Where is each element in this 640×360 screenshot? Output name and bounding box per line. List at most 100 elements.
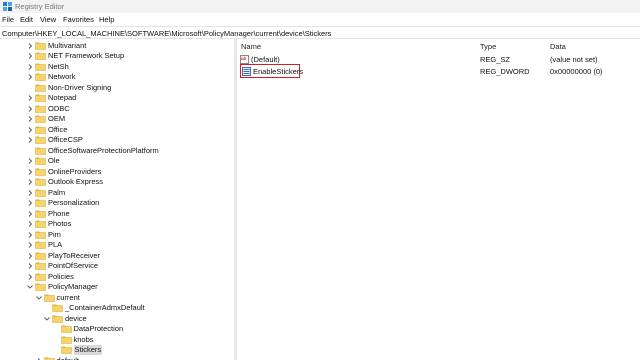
chevron-right-icon[interactable]: [27, 104, 33, 114]
address-bar[interactable]: Computer\HKEY_LOCAL_MACHINE\SOFTWARE\Mic…: [0, 26, 640, 39]
tree-item[interactable]: DataProtection: [0, 324, 234, 335]
tree-item-label: OnlineProviders: [48, 166, 102, 176]
chevron-right-icon[interactable]: [27, 230, 33, 240]
folder-icon: [35, 210, 46, 218]
chevron-right-icon[interactable]: [27, 272, 33, 282]
folder-icon: [35, 115, 46, 123]
address-path[interactable]: Computer\HKEY_LOCAL_MACHINE\SOFTWARE\Mic…: [2, 29, 331, 38]
tree-item[interactable]: ODBC: [0, 104, 234, 115]
chevron-right-icon[interactable]: [27, 125, 33, 135]
tree-item[interactable]: Notepad: [0, 93, 234, 104]
folder-icon: [35, 273, 46, 281]
string-value-icon: ab: [240, 55, 249, 64]
chevron-right-icon[interactable]: [36, 356, 42, 360]
tree-item[interactable]: Ole: [0, 156, 234, 167]
chevron-down-icon[interactable]: [35, 293, 42, 303]
chevron-right-icon[interactable]: [27, 167, 33, 177]
tree-item-label: Pim: [48, 229, 61, 239]
tree-item-label: ODBC: [48, 103, 70, 113]
tree-item[interactable]: PLA: [0, 240, 234, 251]
tree-item[interactable]: Network: [0, 72, 234, 83]
tree-item[interactable]: Stickers: [0, 345, 234, 356]
chevron-right-icon[interactable]: [27, 41, 33, 51]
menu-view[interactable]: View: [40, 15, 56, 24]
tree-item-label: knobs: [73, 334, 94, 344]
value-row-enablestickers[interactable]: EnableStickers REG_DWORD 0x00000000 (0): [240, 64, 630, 78]
chevron-right-icon[interactable]: [27, 188, 33, 198]
tree-item[interactable]: Outlook Express: [0, 177, 234, 188]
tree-item[interactable]: _ContainerAdmxDefault: [0, 303, 234, 314]
menu-edit[interactable]: Edit: [20, 15, 33, 24]
menu-favorites[interactable]: Favorites: [63, 15, 94, 24]
values-pane[interactable]: Name Type Data ab (Default) REG_SZ (valu…: [237, 39, 640, 360]
chevron-right-icon[interactable]: [27, 72, 33, 82]
value-name: EnableStickers: [253, 67, 304, 76]
tree-item-label: device: [65, 313, 87, 323]
chevron-right-icon[interactable]: [27, 261, 33, 271]
tree-item[interactable]: device: [0, 314, 234, 325]
folder-icon: [35, 147, 46, 155]
chevron-right-icon[interactable]: [27, 62, 33, 72]
menu-file[interactable]: File: [2, 15, 14, 24]
tree-item-label: PolicyManager: [48, 282, 98, 291]
folder-icon: [43, 357, 55, 360]
tree-item-label: Stickers: [73, 345, 103, 355]
column-header-name[interactable]: Name: [241, 42, 261, 51]
key-tree[interactable]: Multivariant NET Framework Setup NetSh Netw…: [0, 39, 234, 360]
tree-item[interactable]: Photos: [0, 219, 234, 230]
folder-icon: [43, 294, 55, 302]
tree-item[interactable]: OfficeSoftwareProtectionPlatform: [0, 146, 234, 157]
chevron-right-icon[interactable]: [27, 240, 33, 250]
chevron-right-icon[interactable]: [27, 135, 33, 145]
chevron-right-icon[interactable]: [27, 251, 33, 261]
chevron-right-icon[interactable]: [27, 114, 33, 124]
chevron-right-icon[interactable]: [27, 156, 33, 166]
tree-item[interactable]: Palm: [0, 188, 234, 199]
tree-item[interactable]: Phone: [0, 209, 234, 220]
tree-item[interactable]: Pim: [0, 230, 234, 241]
tree-item[interactable]: NetSh: [0, 62, 234, 73]
column-header-type[interactable]: Type: [480, 42, 496, 51]
tree-item[interactable]: PolicyManager: [0, 282, 234, 293]
tree-item[interactable]: PointOfService: [0, 261, 234, 272]
chevron-down-icon[interactable]: [44, 314, 50, 324]
chevron-right-icon[interactable]: [27, 177, 33, 187]
folder-icon: [35, 136, 46, 144]
value-type: REG_DWORD: [480, 67, 530, 76]
tree-item-label: Multivariant: [48, 40, 87, 50]
tree-item[interactable]: default: [0, 356, 234, 360]
chevron-right-icon[interactable]: [27, 93, 33, 103]
tree-item[interactable]: OfficeCSP: [0, 135, 234, 146]
tree-item[interactable]: Multivariant: [0, 41, 234, 52]
tree-item[interactable]: Office: [0, 125, 234, 136]
chevron-right-icon[interactable]: [27, 209, 33, 219]
tree-item[interactable]: Non-Driver Signing: [0, 83, 234, 94]
menu-help[interactable]: Help: [99, 15, 114, 24]
value-data: (value not set): [550, 55, 598, 64]
tree-item[interactable]: knobs: [0, 335, 234, 346]
tree-item[interactable]: PlayToReceiver: [0, 251, 234, 262]
chevron-down-icon[interactable]: [27, 282, 33, 292]
folder-icon: [35, 42, 46, 50]
tree-item-label: PLA: [48, 240, 63, 249]
tree-item[interactable]: Personalization: [0, 198, 234, 209]
tree-item-label: OfficeCSP: [48, 135, 83, 144]
tree-item[interactable]: Policies: [0, 272, 234, 283]
chevron-right-icon[interactable]: [27, 198, 33, 208]
column-header-data[interactable]: Data: [550, 42, 566, 51]
tree-item[interactable]: OEM: [0, 114, 234, 125]
folder-icon: [60, 325, 72, 333]
folder-icon: [35, 63, 46, 71]
folder-icon: [35, 231, 46, 239]
window-title: Registry Editor: [15, 2, 65, 11]
tree-item-label: Outlook Express: [48, 177, 104, 186]
chevron-right-icon[interactable]: [27, 51, 33, 61]
tree-item-label: Photos: [48, 219, 72, 228]
tree-item-label: Policies: [48, 271, 74, 281]
tree-item[interactable]: current: [0, 293, 234, 304]
tree-item[interactable]: NET Framework Setup: [0, 51, 234, 62]
tree-item[interactable]: OnlineProviders: [0, 167, 234, 178]
folder-icon: [35, 126, 46, 134]
chevron-right-icon[interactable]: [27, 219, 33, 229]
tree-item-label: OfficeSoftwareProtectionPlatform: [48, 145, 159, 155]
